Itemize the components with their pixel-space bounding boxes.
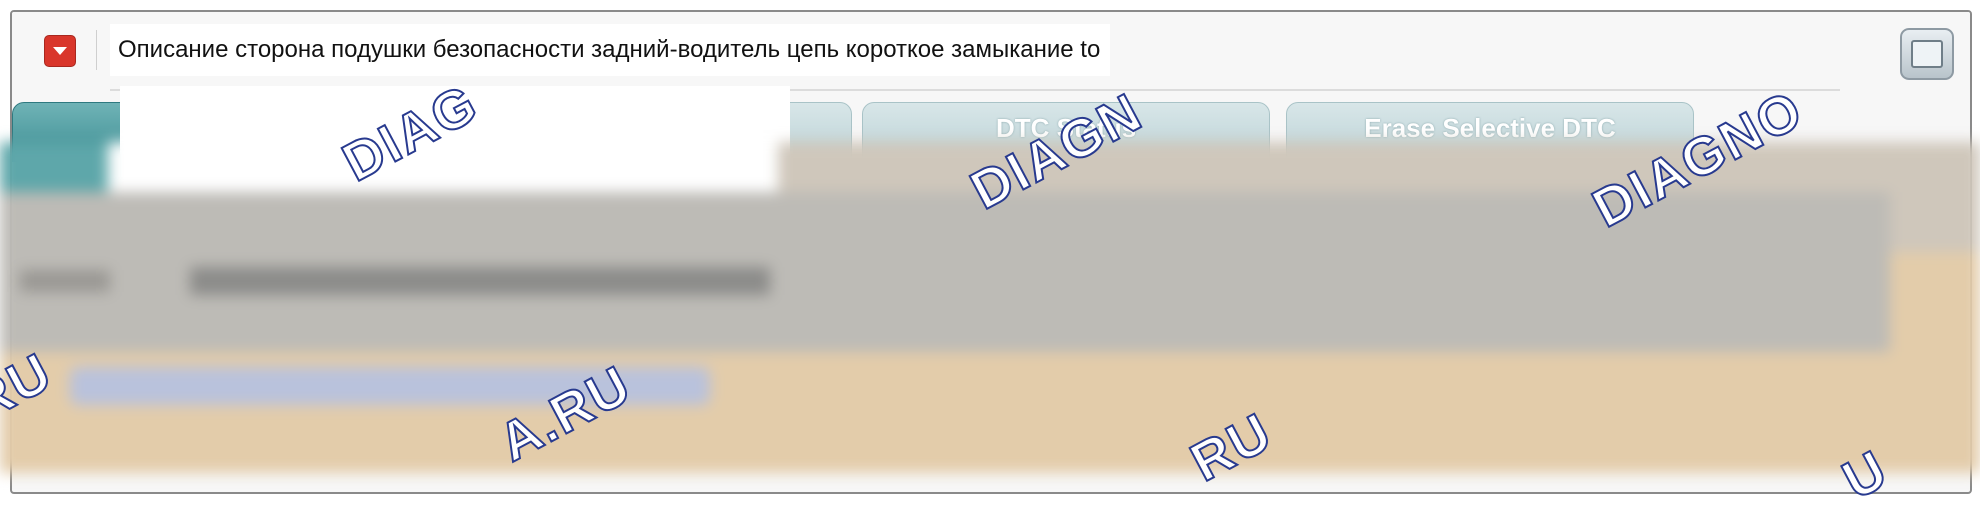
chevron-down-icon bbox=[53, 47, 67, 55]
title-separator bbox=[96, 30, 97, 70]
maximize-icon bbox=[1911, 40, 1943, 68]
blurred-content-edge bbox=[1890, 252, 1980, 473]
blurred-label-text bbox=[20, 270, 110, 292]
menu-button[interactable] bbox=[44, 35, 76, 67]
maximize-button[interactable] bbox=[1900, 28, 1954, 80]
blurred-link[interactable] bbox=[70, 367, 710, 405]
blurred-heading-text bbox=[190, 267, 770, 295]
window-title: Описание сторона подушки безопасности за… bbox=[110, 24, 1111, 76]
title-bar: Описание сторона подушки безопасности за… bbox=[12, 12, 1970, 91]
blurred-content-area bbox=[0, 142, 1980, 473]
